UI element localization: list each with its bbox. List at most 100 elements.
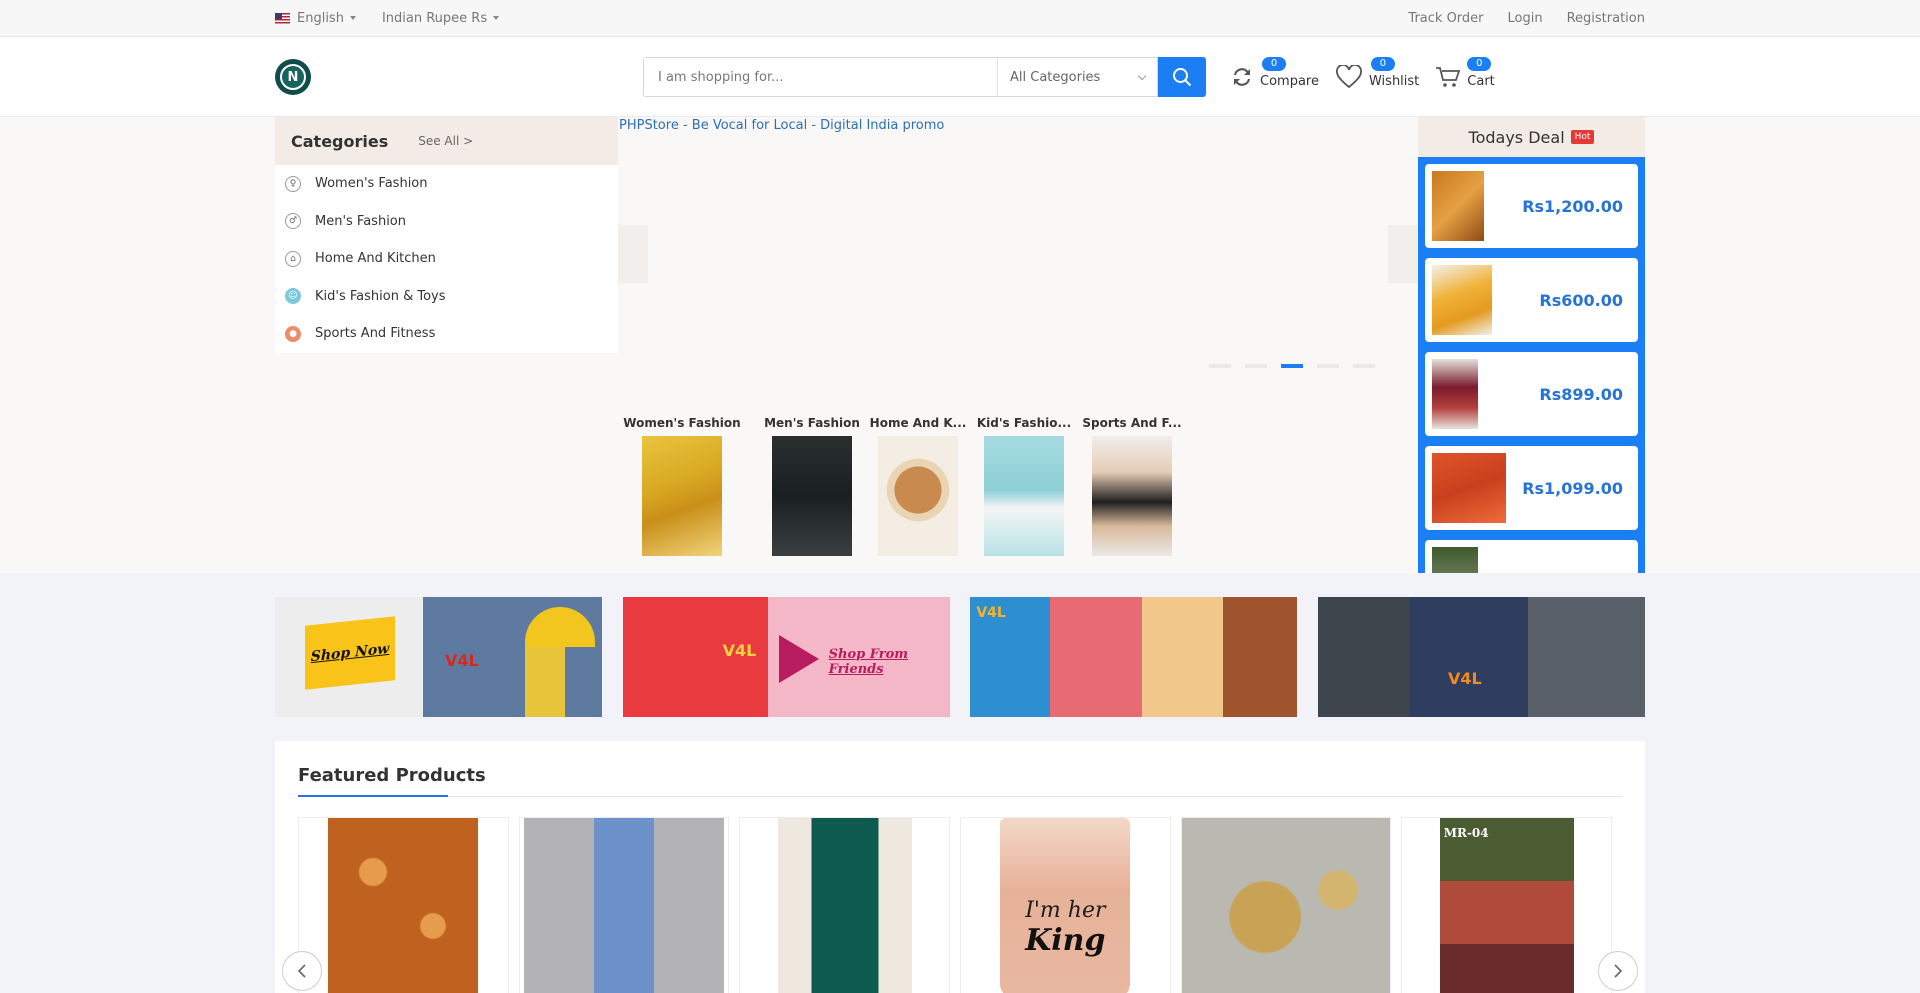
registration-link[interactable]: Registration: [1567, 11, 1645, 26]
slider-dot[interactable]: [1317, 364, 1339, 368]
product-card[interactable]: [518, 817, 730, 993]
category-title: Categories: [291, 131, 389, 151]
category-item-kids-fashion-toys[interactable]: ☺ Kid's Fashion & Toys: [275, 278, 618, 316]
product-card[interactable]: I'm her King: [960, 817, 1171, 993]
deal-thumbnail: [1432, 171, 1484, 241]
caret-down-icon: [493, 16, 500, 20]
deal-card[interactable]: Rs1,200.00: [1425, 164, 1638, 248]
promo-banner-shop-friends[interactable]: Shop From Friends V4L: [622, 597, 950, 717]
login-link[interactable]: Login: [1508, 11, 1543, 26]
shirt-icon: ♂: [285, 213, 301, 230]
mini-category-label: Sports And F...: [1082, 416, 1182, 430]
slider-dot[interactable]: [1209, 364, 1231, 368]
deal-card[interactable]: Rs1,099.00: [1425, 446, 1638, 530]
cart-button[interactable]: 0 Cart: [1435, 57, 1495, 89]
product-image: [1181, 818, 1391, 993]
product-card[interactable]: MR-04: [1401, 817, 1613, 993]
wishlist-count-badge: 0: [1370, 57, 1395, 71]
product-image: [328, 818, 479, 993]
mini-category-sports[interactable]: Sports And F...: [1082, 416, 1182, 556]
heart-icon: [1336, 65, 1362, 89]
wishlist-button[interactable]: 0 Wishlist: [1335, 57, 1420, 89]
product-card[interactable]: [1180, 817, 1392, 993]
promo-banner-shop-now[interactable]: Shop Now V4L: [275, 597, 602, 717]
site-logo[interactable]: N: [275, 59, 311, 95]
mini-category-home[interactable]: Home And K...: [868, 416, 968, 556]
mini-category-label: Home And K...: [869, 416, 967, 430]
category-item-label: Kid's Fashion & Toys: [315, 288, 446, 304]
carousel-next-button[interactable]: [1598, 951, 1638, 991]
product-card[interactable]: [739, 817, 951, 993]
mini-category-label: Kid's Fashio...: [976, 416, 1072, 430]
category-item-mens-fashion[interactable]: ♂ Men's Fashion: [275, 203, 618, 241]
mini-category-kids[interactable]: Kid's Fashio...: [974, 416, 1074, 556]
deal-thumbnail: [1432, 547, 1478, 573]
mini-category-label: Women's Fashion: [623, 416, 741, 430]
mini-category-image: [642, 436, 722, 556]
category-item-label: Home And Kitchen: [315, 251, 436, 267]
language-dropdown[interactable]: English: [275, 11, 356, 26]
mini-category-label: Men's Fashion: [764, 416, 860, 430]
category-item-sports-fitness[interactable]: ● Sports And Fitness: [275, 315, 618, 353]
product-image: [524, 818, 724, 993]
deal-card[interactable]: Rs899.00: [1425, 352, 1638, 436]
play-arrow-graphic: [778, 635, 819, 683]
shop-now-text: Shop Now: [310, 640, 390, 666]
currency-dropdown[interactable]: Indian Rupee Rs: [381, 10, 500, 26]
see-all-link[interactable]: See All >: [418, 134, 473, 148]
v4l-logo: V4L: [1447, 669, 1482, 688]
mini-category-womens[interactable]: Women's Fashion: [622, 416, 742, 556]
toy-icon: ☺: [285, 288, 301, 305]
category-header: Categories See All >: [275, 117, 618, 165]
cart-label: Cart: [1467, 74, 1495, 89]
slider-dot[interactable]: [1353, 364, 1375, 368]
category-item-womens-fashion[interactable]: ♀ Women's Fashion: [275, 165, 618, 203]
hero-section: Categories See All > ♀ Women's Fashion ♂…: [0, 117, 1920, 573]
carousel-prev-button[interactable]: [282, 951, 322, 991]
slider-dot-active[interactable]: [1281, 364, 1303, 368]
search-input[interactable]: [644, 58, 997, 96]
category-select-label: All Categories: [1010, 69, 1101, 85]
promo-banner-mens[interactable]: V4L: [1317, 597, 1645, 717]
deal-card[interactable]: [1425, 540, 1638, 573]
mini-category-mens[interactable]: Men's Fashion: [762, 416, 862, 556]
search-bar: All Categories: [643, 57, 1158, 97]
ball-icon: ●: [285, 325, 301, 342]
todays-deal-header: Todays Deal Hot: [1418, 117, 1645, 157]
mini-category-image: [1092, 436, 1172, 556]
chevron-right-icon: [1614, 964, 1623, 978]
mini-category-image: [878, 436, 958, 556]
top-bar: English Indian Rupee Rs Track Order Logi…: [0, 0, 1920, 37]
wishlist-label: Wishlist: [1368, 74, 1420, 89]
category-select[interactable]: All Categories: [997, 58, 1157, 96]
search-button[interactable]: [1158, 57, 1206, 97]
deal-price: Rs1,099.00: [1522, 478, 1623, 498]
category-item-label: Sports And Fitness: [315, 326, 436, 342]
deal-thumbnail: [1432, 359, 1478, 429]
hot-badge: Hot: [1570, 130, 1595, 144]
slider-next-button[interactable]: [1388, 225, 1418, 283]
cart-count-badge: 0: [1467, 57, 1492, 71]
mini-category-image: [772, 436, 852, 556]
product-card[interactable]: [298, 817, 509, 993]
v4l-logo: V4L: [722, 641, 757, 660]
promo-banner-models[interactable]: V4L: [970, 597, 1298, 717]
slider-dot[interactable]: [1245, 364, 1267, 368]
slider-image-alt[interactable]: PHPStore - Be Vocal for Local - Digital …: [619, 118, 944, 133]
logo-mark: N: [280, 64, 306, 90]
track-order-link[interactable]: Track Order: [1408, 11, 1483, 26]
category-list: ♀ Women's Fashion ♂ Men's Fashion ⌂ Home…: [275, 165, 618, 353]
shop-now-ribbon: Shop Now: [305, 616, 395, 690]
deal-thumbnail: [1432, 265, 1492, 335]
deal-thumbnail: [1432, 453, 1506, 523]
currency-label: Indian Rupee Rs: [381, 10, 488, 26]
deal-card[interactable]: Rs600.00: [1425, 258, 1638, 342]
featured-products-title: Featured Products: [298, 765, 1622, 797]
compare-button[interactable]: 0 Compare: [1230, 57, 1319, 89]
deal-price: Rs1,200.00: [1522, 196, 1623, 216]
compare-count-badge: 0: [1262, 57, 1286, 71]
product-image: I'm her King: [1000, 818, 1131, 993]
v4l-logo: V4L: [976, 605, 1006, 621]
slider-prev-button[interactable]: [618, 225, 648, 283]
category-item-home-kitchen[interactable]: ⌂ Home And Kitchen: [275, 240, 618, 278]
